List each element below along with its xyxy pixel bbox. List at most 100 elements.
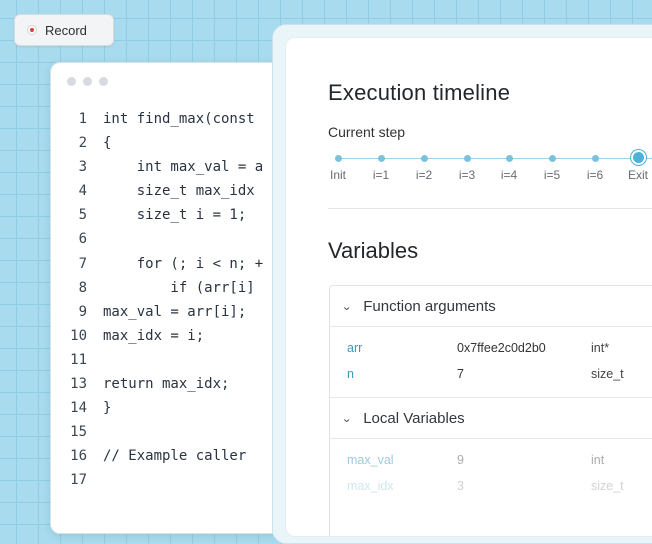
code-line: 4 size_t max_idx (51, 179, 301, 203)
timeline-dot (377, 155, 385, 162)
code-text: max_val = arr[i]; (103, 303, 247, 320)
variable-type: int (591, 453, 605, 467)
code-line: 10 max_idx = i; (51, 324, 301, 348)
line-number: 6 (78, 231, 87, 248)
code-line: 2{ (51, 131, 301, 155)
timeline-current-dot (632, 152, 644, 163)
code-line: 11 (51, 348, 301, 372)
window-control-dot[interactable] (99, 76, 108, 86)
code-line: 8 if (arr[i] (51, 276, 301, 300)
line-number: 14 (70, 400, 87, 417)
line-number: 7 (78, 255, 87, 272)
timeline-step-i5[interactable]: i=5 (532, 150, 572, 182)
timeline-step-init[interactable]: Init (318, 150, 358, 182)
variables-table: ⌄ Function arguments arr 0x7ffee2c0d2b0 … (329, 285, 652, 536)
code-editor-window: 1 int find_max(const 2{ 3 int max_val = a… (50, 62, 302, 534)
variable-value: 0x7ffee2c0d2b0 (457, 341, 546, 355)
code-line: 13 return max_idx; (51, 372, 301, 396)
window-control-dot[interactable] (83, 76, 92, 86)
code-text: return max_idx; (103, 376, 230, 393)
timeline-dot (334, 155, 342, 162)
code-line: 15 (51, 420, 301, 444)
timeline-step-i1[interactable]: i=1 (361, 150, 401, 182)
line-number: 15 (70, 424, 87, 441)
execution-timeline: Init i=1 i=2 i=3 i=4 i=5 i=6 Exit (328, 150, 652, 190)
record-button[interactable]: Record (14, 14, 114, 46)
section-header-local-variables[interactable]: ⌄ Local Variables (330, 398, 652, 439)
window-control-dot[interactable] (67, 76, 76, 86)
code-text: for (; i < n; + (103, 255, 264, 272)
line-number: 9 (78, 303, 87, 320)
line-number: 3 (78, 159, 87, 176)
timeline-step-label: i=6 (586, 168, 604, 182)
local-variables-list: max_val 9 int max_idx 3 size_t (330, 439, 652, 499)
code-text: { (103, 135, 112, 152)
line-number: 13 (70, 376, 87, 393)
code-line: 5 size_t i = 1; (51, 203, 301, 227)
timeline-title: Execution timeline (328, 80, 511, 105)
variable-value: 3 (457, 479, 464, 493)
chevron-down-icon: ⌄ (341, 412, 353, 425)
timeline-step-exit[interactable]: Exit (618, 150, 652, 182)
timeline-dot (420, 155, 428, 162)
variable-row[interactable]: arr 0x7ffee2c0d2b0 int* (330, 335, 652, 361)
line-number: 11 (70, 351, 87, 368)
variable-value: 9 (457, 453, 464, 467)
code-line: 9 max_val = arr[i]; (51, 300, 301, 324)
line-number: 4 (78, 183, 87, 200)
code-text: if (arr[i] (103, 279, 255, 296)
variable-type: size_t (591, 479, 624, 493)
timeline-step-i2[interactable]: i=2 (404, 150, 444, 182)
window-title-bar (51, 63, 301, 99)
function-arguments-list: arr 0x7ffee2c0d2b0 int* n 7 size_t (330, 327, 652, 398)
timeline-dot (463, 155, 471, 162)
code-line: 17 (51, 468, 301, 492)
timeline-dot (505, 155, 513, 162)
chevron-down-icon: ⌄ (341, 300, 353, 313)
line-number: 2 (78, 135, 87, 152)
timeline-step-label: i=5 (543, 168, 561, 182)
variable-value: 7 (457, 367, 464, 381)
timeline-step-i4[interactable]: i=4 (489, 150, 529, 182)
timeline-step-label: Init (329, 168, 346, 182)
line-number: 10 (70, 327, 87, 344)
variable-row[interactable]: max_idx 3 size_t (330, 473, 652, 499)
section-title: Local Variables (363, 409, 465, 427)
variable-row[interactable]: n 7 size_t (330, 361, 652, 387)
variable-name: max_val (347, 453, 394, 467)
code-line: 3 int max_val = a (51, 155, 301, 179)
code-line: 1 int find_max(const (51, 107, 301, 131)
timeline-dot (591, 155, 599, 162)
code-text: } (103, 400, 112, 417)
code-line: 14} (51, 396, 301, 420)
variable-name: max_idx (347, 479, 394, 493)
timeline-step-label: i=2 (415, 168, 433, 182)
timeline-step-i3[interactable]: i=3 (447, 150, 487, 182)
variable-name: n (347, 367, 354, 381)
code-text: int find_max(const (103, 111, 255, 127)
variable-name: arr (347, 341, 363, 355)
timeline-step-label: i=4 (500, 168, 518, 182)
code-text: size_t max_idx (103, 183, 255, 200)
variable-type: int* (591, 341, 610, 355)
timeline-dot (548, 155, 556, 162)
record-icon (27, 25, 37, 35)
variable-row[interactable]: max_val 9 int (330, 447, 652, 473)
debugger-panel: Execution timeline Current step Init i=1… (285, 37, 652, 537)
code-line: 7 for (; i < n; + (51, 252, 301, 276)
record-label: Record (45, 22, 87, 38)
line-number: 5 (78, 207, 87, 224)
section-divider (328, 208, 652, 209)
section-header-function-arguments[interactable]: ⌄ Function arguments (330, 286, 652, 327)
variables-title: Variables (328, 238, 419, 263)
line-number: 16 (70, 448, 87, 465)
variable-type: size_t (591, 367, 624, 381)
timeline-step-label: i=3 (458, 168, 476, 182)
timeline-step-label: i=1 (372, 168, 390, 182)
line-number: 1 (78, 111, 87, 127)
timeline-step-i6[interactable]: i=6 (575, 150, 615, 182)
